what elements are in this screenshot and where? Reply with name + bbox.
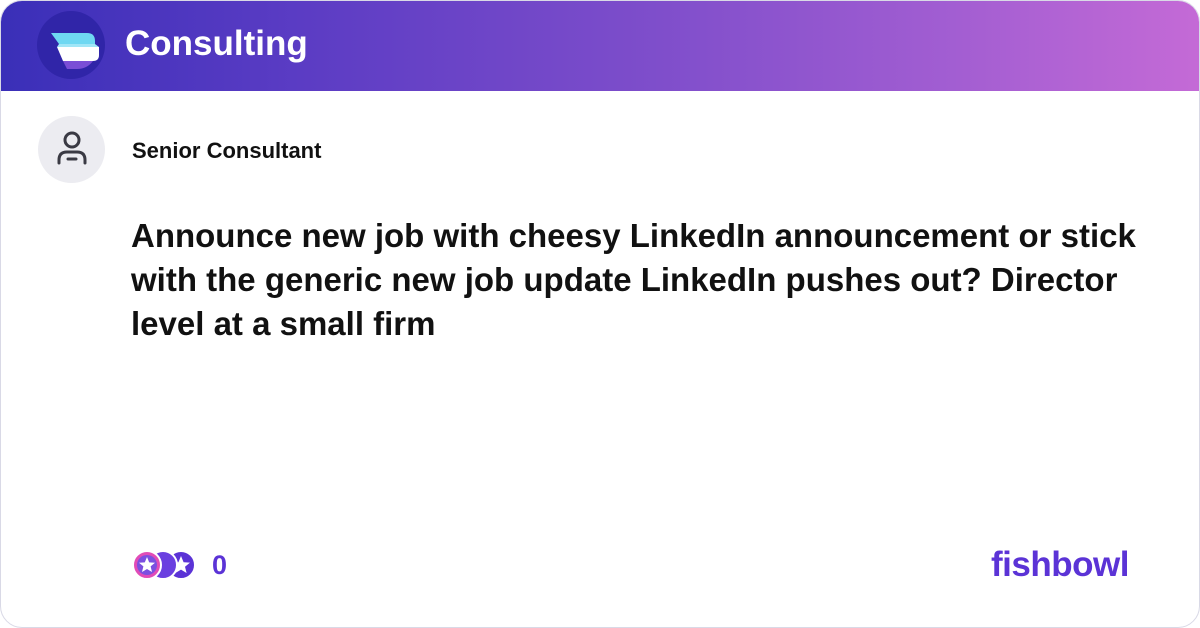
- star-reaction-icon: [132, 550, 162, 580]
- fishbowl-logo[interactable]: fishbowl: [991, 544, 1129, 586]
- post-card[interactable]: Consulting Senior Consultant Announce ne…: [0, 0, 1200, 628]
- bowl-title[interactable]: Consulting: [125, 23, 308, 65]
- author-name: Senior Consultant: [132, 138, 322, 163]
- bowl-header[interactable]: Consulting: [1, 1, 1199, 91]
- avatar: [38, 116, 105, 183]
- fishbowl-bowl-icon: [37, 11, 105, 79]
- post-text[interactable]: Announce new job with cheesy LinkedIn an…: [131, 214, 1141, 346]
- anonymous-user-icon: [57, 131, 87, 165]
- reaction-count: 0: [212, 550, 228, 580]
- reactions-summary[interactable]: [131, 549, 199, 581]
